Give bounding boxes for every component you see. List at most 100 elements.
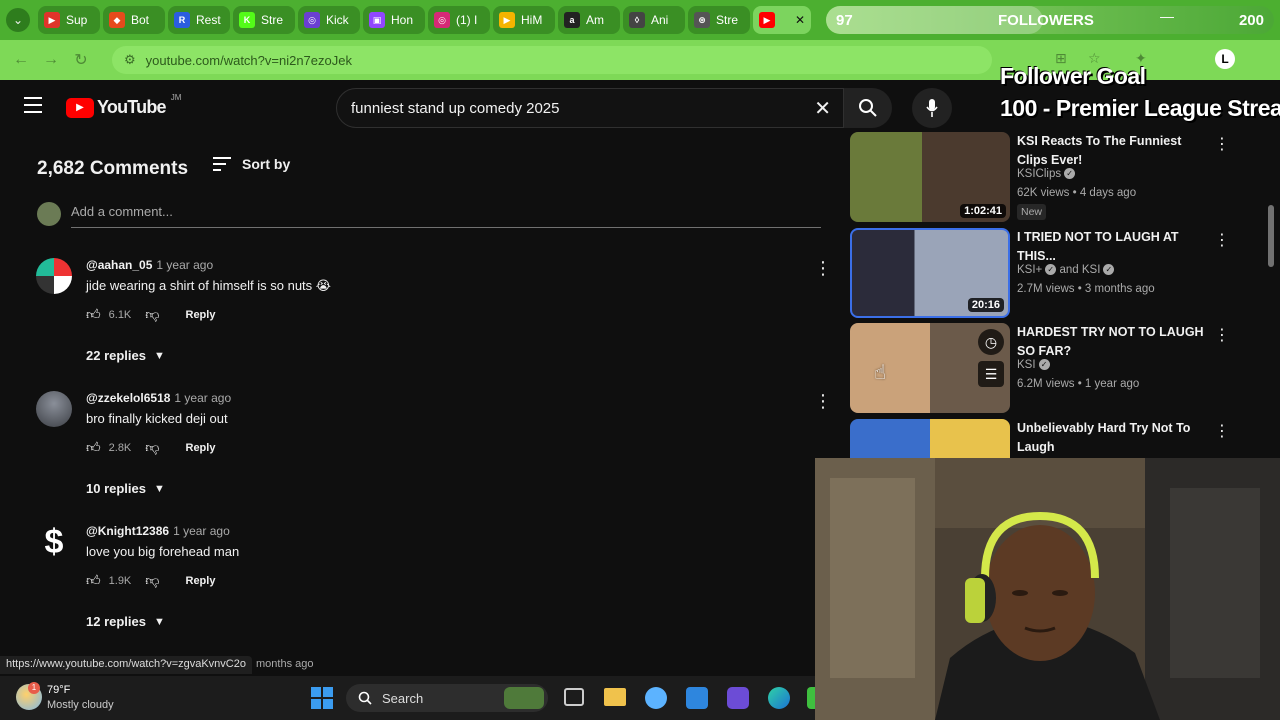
comment-more-icon[interactable]: ⋮ <box>814 391 832 412</box>
close-tab-icon[interactable]: ✕ <box>795 13 805 27</box>
video-duration: 20:16 <box>967 298 1004 312</box>
video-title[interactable]: Unbelievably Hard Try Not To Laugh <box>1017 419 1207 457</box>
like-icon[interactable]: 👍︎ <box>86 306 101 323</box>
comment-author-line: @Knight12386 1 year ago <box>86 524 230 538</box>
browser-tab[interactable]: ▶ Sup <box>38 6 100 34</box>
chevron-down-icon: ▼ <box>154 349 165 362</box>
browser-tab[interactable]: R Rest <box>168 6 230 34</box>
video-channel-line: KSI ✓ <box>1017 359 1050 371</box>
sort-by-button[interactable]: Sort by <box>212 156 290 172</box>
browser-tab[interactable]: ▣ Hon <box>363 6 425 34</box>
view-replies-button[interactable]: 10 replies ▼ <box>86 481 165 496</box>
like-icon[interactable]: 👍︎ <box>86 572 101 589</box>
file-explorer-icon[interactable] <box>604 688 626 706</box>
dislike-icon[interactable]: 👎︎ <box>145 439 159 456</box>
copilot-icon[interactable] <box>645 687 667 709</box>
dislike-icon[interactable]: 👎︎ <box>145 306 159 323</box>
browser-tab[interactable]: K Stre <box>233 6 295 34</box>
tab-label: Rest <box>196 13 221 27</box>
youtube-logo[interactable]: ▶ YouTube JM <box>66 93 181 118</box>
tab-favicon-icon: ▣ <box>369 12 385 28</box>
followers-label: FOLLOWERS <box>998 11 1094 29</box>
video-channel[interactable]: KSIClips <box>1017 168 1061 180</box>
video-channel[interactable]: KSI <box>1017 359 1036 371</box>
reply-button[interactable]: Reply <box>186 575 216 587</box>
minimize-icon[interactable]: — <box>1160 8 1174 24</box>
reply-button[interactable]: Reply <box>186 309 216 321</box>
webcam-image <box>815 458 1280 720</box>
related-video[interactable]: 20:16 I TRIED NOT TO LAUGH AT THIS... KSI+… <box>850 228 1235 320</box>
browser-tab[interactable]: ◎ (1) I <box>428 6 490 34</box>
follower-goal-overlay: Follower Goal 100 - Premier League Strea… <box>1000 60 1280 124</box>
view-replies-button[interactable]: 22 replies ▼ <box>86 348 165 363</box>
comment-thread: @aahan_05 1 year ago jide wearing a shirt… <box>36 258 832 368</box>
video-more-icon[interactable]: ⋮ <box>1214 230 1230 250</box>
video-title[interactable]: HARDEST TRY NOT TO LAUGH SO FAR? <box>1017 323 1207 361</box>
comment-avatar[interactable] <box>36 258 72 294</box>
browser-tab[interactable]: ◎ Kick <box>298 6 360 34</box>
comment-text: bro finally kicked deji out <box>86 411 228 426</box>
site-info-icon[interactable]: ⚙ <box>124 52 136 68</box>
video-thumbnail[interactable]: 20:16 <box>850 228 1010 318</box>
comment-avatar[interactable]: $ <box>36 524 72 560</box>
taskbar-search[interactable]: Search <box>346 684 548 712</box>
tab-search-button[interactable]: ⌄ <box>6 8 30 32</box>
comment-time[interactable]: 1 year ago <box>174 391 231 405</box>
edge-icon[interactable] <box>768 687 790 709</box>
video-title[interactable]: KSI Reacts To The Funniest Clips Ever! <box>1017 132 1207 170</box>
task-view-icon[interactable] <box>564 688 584 706</box>
comment-actions: 👍︎ 2.8K 👎︎ Reply <box>86 439 215 456</box>
like-icon[interactable]: 👍︎ <box>86 439 101 456</box>
sidebar-scrollbar[interactable] <box>1268 205 1274 267</box>
browser-tab[interactable]: ◆ Bot <box>103 6 165 34</box>
reply-button[interactable]: Reply <box>186 442 216 454</box>
browser-tab[interactable]: ⊛ Stre <box>688 6 750 34</box>
replies-count: 10 replies <box>86 481 146 496</box>
clear-search-icon[interactable]: ✕ <box>814 96 831 121</box>
browser-tab[interactable]: ◊ Ani <box>623 6 685 34</box>
video-channel[interactable]: KSI+ <box>1017 264 1042 276</box>
video-more-icon[interactable]: ⋮ <box>1214 134 1230 154</box>
comment-time[interactable]: 1 year ago <box>173 524 230 538</box>
comment-avatar[interactable] <box>36 391 72 427</box>
related-video[interactable]: ◷ ☰ HARDEST TRY NOT TO LAUGH SO FAR? KSI ✓ 6.… <box>850 323 1235 415</box>
add-comment-input[interactable]: Add a comment... <box>71 204 821 228</box>
youtube-play-icon: ▶ <box>66 97 94 118</box>
video-channel-2[interactable]: and KSI <box>1059 264 1100 276</box>
status-url-tooltip: https://www.youtube.com/watch?v=zgvaKvnv… <box>0 656 252 674</box>
video-thumbnail[interactable]: 1:02:41 <box>850 132 1010 222</box>
reload-icon[interactable]: ↻ <box>66 50 96 70</box>
comment-text: love you big forehead man <box>86 544 240 559</box>
tab-label: Hon <box>391 13 414 27</box>
hamburger-menu-icon[interactable] <box>24 97 42 113</box>
comment-author[interactable]: @Knight12386 <box>86 524 169 538</box>
tab-label: (1) I <box>456 13 478 27</box>
comment-author[interactable]: @aahan_05 <box>86 258 152 272</box>
voice-search-button[interactable] <box>912 88 952 128</box>
tab-favicon-icon: K <box>239 12 255 28</box>
app-icon[interactable] <box>727 687 749 709</box>
view-replies-button[interactable]: 12 replies ▼ <box>86 614 165 629</box>
microphone-icon <box>926 99 938 117</box>
video-more-icon[interactable]: ⋮ <box>1214 421 1230 441</box>
related-video[interactable]: 1:02:41 KSI Reacts To The Funniest Clips … <box>850 132 1235 224</box>
dislike-icon[interactable]: 👎︎ <box>145 572 159 589</box>
chrome-icon[interactable] <box>807 687 815 709</box>
back-icon[interactable]: ← <box>6 51 36 69</box>
search-input[interactable]: funniest stand up comedy 2025 ✕ <box>336 88 844 128</box>
video-title[interactable]: I TRIED NOT TO LAUGH AT THIS... <box>1017 228 1207 266</box>
video-more-icon[interactable]: ⋮ <box>1214 325 1230 345</box>
comment-author[interactable]: @zzekelol6518 <box>86 391 170 405</box>
watch-later-icon[interactable]: ◷ <box>978 329 1004 355</box>
forward-icon[interactable]: → <box>36 51 66 69</box>
address-bar[interactable]: ⚙ youtube.com/watch?v=ni2n7ezoJek <box>112 46 992 74</box>
comment-time[interactable]: 1 year ago <box>156 258 213 272</box>
windows-start-icon[interactable] <box>311 687 333 709</box>
comment-more-icon[interactable]: ⋮ <box>814 258 832 279</box>
browser-tab[interactable]: a Am <box>558 6 620 34</box>
tab-youtube-active[interactable]: ▶ ✕ <box>753 6 811 34</box>
search-button[interactable] <box>844 88 892 128</box>
browser-tab[interactable]: ▶ HiM <box>493 6 555 34</box>
add-to-queue-icon[interactable]: ☰ <box>978 361 1004 387</box>
store-icon[interactable] <box>686 687 708 709</box>
